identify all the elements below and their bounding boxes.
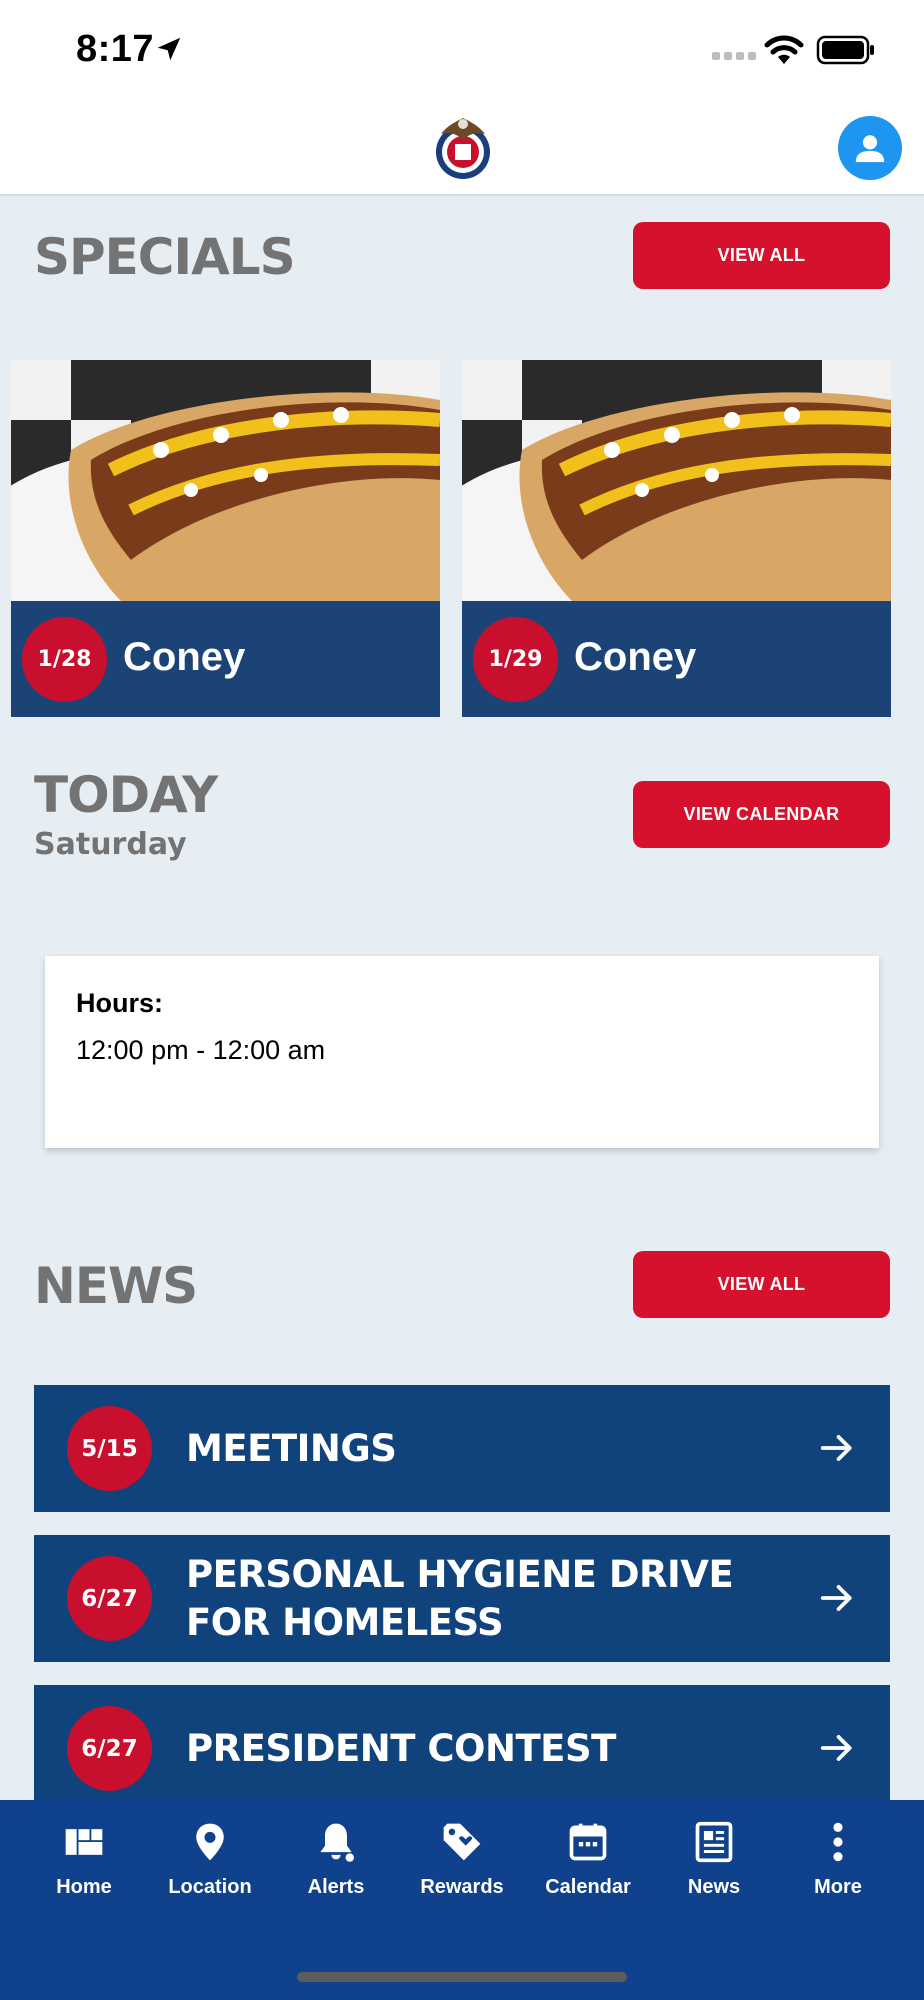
tag-icon <box>443 1823 481 1861</box>
date-badge: 6/27 <box>67 1556 152 1641</box>
tab-label: News <box>687 1876 741 1898</box>
tab-label: More <box>814 1876 862 1898</box>
view-calendar-button[interactable]: VIEW CALENDAR <box>633 781 890 848</box>
specials-title: SPECIALS <box>34 228 296 286</box>
location-arrow-icon <box>157 37 181 61</box>
special-card-footer: 1/28 Coney <box>11 601 440 717</box>
status-time: 8:17 <box>76 28 155 70</box>
today-title: TODAY <box>34 766 218 824</box>
tab-label: Location <box>168 1876 252 1898</box>
eagle-logo-icon <box>436 118 490 179</box>
special-card[interactable]: 1/28 Coney <box>11 360 440 717</box>
special-name: Coney <box>574 635 697 679</box>
tab-home[interactable]: Home <box>21 1820 147 1920</box>
date-badge: 6/27 <box>67 1706 152 1791</box>
arrow-right-icon <box>820 1585 852 1611</box>
news-view-all-button[interactable]: VIEW ALL <box>633 1251 890 1318</box>
news-item-title-line: FOR HOMELESS <box>186 1601 504 1644</box>
tab-label: Alerts <box>307 1876 365 1898</box>
special-card-footer: 1/29 Coney <box>462 601 891 717</box>
bell-icon <box>320 1823 354 1862</box>
hours-label: Hours: <box>76 988 163 1018</box>
status-bar: 8:17 <box>0 0 924 100</box>
news-item-hygiene-drive[interactable]: 6/27 PERSONAL HYGIENE DRIVE FOR HOMELESS <box>34 1535 890 1662</box>
tab-alerts[interactable]: Alerts <box>273 1820 399 1920</box>
cellular-signal-icon <box>712 52 756 60</box>
tab-location[interactable]: Location <box>147 1820 273 1920</box>
tab-news[interactable]: News <box>651 1820 777 1920</box>
news-item-meetings[interactable]: 5/15 MEETINGS <box>34 1385 890 1512</box>
arrow-right-icon <box>820 1435 852 1461</box>
arrow-right-icon <box>820 1735 852 1761</box>
tab-label: Home <box>56 1876 112 1898</box>
tab-calendar[interactable]: Calendar <box>525 1820 651 1920</box>
news-item-president-contest[interactable]: 6/27 PRESIDENT CONTEST <box>34 1685 890 1812</box>
specials-view-all-button[interactable]: VIEW ALL <box>633 222 890 289</box>
wifi-icon <box>764 35 804 64</box>
more-vertical-icon <box>833 1822 843 1862</box>
calendar-icon <box>569 1823 607 1861</box>
news-item-title: PRESIDENT CONTEST <box>186 1727 616 1770</box>
today-day: Saturday <box>34 827 187 862</box>
hot-dog-image <box>462 360 891 601</box>
news-title: NEWS <box>34 1257 198 1315</box>
home-indicator[interactable] <box>297 1972 627 1982</box>
newspaper-icon <box>695 1821 733 1863</box>
news-item-title: PERSONAL HYGIENE DRIVE FOR HOMELESS <box>186 1551 734 1647</box>
tab-label: Rewards <box>420 1876 504 1898</box>
profile-button[interactable] <box>838 116 902 180</box>
date-badge: 5/15 <box>67 1406 152 1491</box>
date-badge: 1/29 <box>473 617 558 702</box>
date-badge: 1/28 <box>22 617 107 702</box>
user-icon <box>855 135 885 163</box>
special-name: Coney <box>123 635 246 679</box>
tab-bar: Home Location Alerts Rewards Calendar Ne… <box>0 1800 924 2000</box>
news-item-title-line: PERSONAL HYGIENE DRIVE <box>186 1553 734 1596</box>
battery-icon <box>816 35 874 65</box>
tab-more[interactable]: More <box>775 1820 901 1920</box>
hours-value: 12:00 pm - 12:00 am <box>76 1035 326 1065</box>
tab-rewards[interactable]: Rewards <box>399 1820 525 1920</box>
hot-dog-image <box>11 360 440 601</box>
special-card[interactable]: 1/29 Coney <box>462 360 891 717</box>
dashboard-icon <box>65 1829 103 1855</box>
hours-card: Hours: 12:00 pm - 12:00 am <box>45 956 879 1148</box>
tab-label: Calendar <box>545 1876 631 1898</box>
map-pin-icon <box>196 1823 224 1861</box>
news-item-title: MEETINGS <box>186 1427 397 1470</box>
app-header <box>0 100 924 196</box>
